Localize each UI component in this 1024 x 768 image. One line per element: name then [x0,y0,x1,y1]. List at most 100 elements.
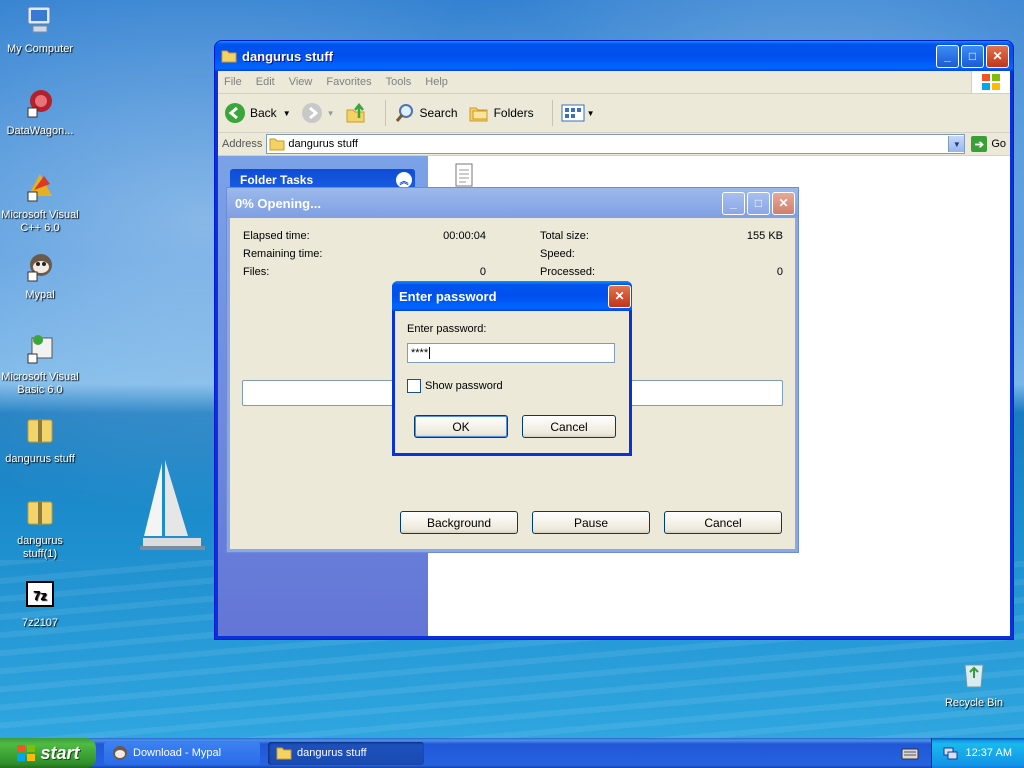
elapsed-value: 00:00:04 [443,230,486,242]
menu-bar: File Edit View Favorites Tools Help [218,71,1010,94]
close-button[interactable]: ✕ [772,191,795,215]
desktop-icon-label: Mypal [25,289,55,301]
go-arrow-icon: ➔ [971,136,988,152]
toolbar-separator [384,100,386,126]
maximize-button[interactable]: □ [961,44,984,68]
close-button[interactable]: ✕ [986,44,1009,68]
back-button[interactable]: Back ▼ [224,102,291,124]
password-title: Enter password [399,288,497,304]
address-input[interactable]: dangurus stuff ▼ [266,134,966,154]
start-button[interactable]: start [0,738,96,768]
start-label: start [40,742,80,763]
up-folder-button[interactable] [345,102,367,124]
desktop: My Computer DataWagon... Microsoft Visua… [0,0,1024,738]
computer-icon [27,6,51,33]
background-button[interactable]: Background [400,511,518,534]
desktop-icon-dangurus-stuff-1[interactable]: dangurus stuff(1) [0,496,80,561]
taskbar-button-label: dangurus stuff [297,747,367,759]
taskbar-button-mypal[interactable]: Download - Mypal [104,741,260,765]
desktop-icon-label: 7z2107 [21,617,59,629]
desktop-icon-visual-basic[interactable]: Microsoft Visual Basic 6.0 [0,332,80,397]
minimize-button[interactable]: _ [722,191,745,215]
show-password-label: Show password [425,380,503,392]
desktop-icon-mypal[interactable]: Mypal [0,250,80,302]
keyboard-icon[interactable] [901,746,919,760]
collapse-chevron-icon[interactable]: ︽ [396,172,412,188]
desktop-icon-visual-cpp[interactable]: Microsoft Visual C++ 6.0 [0,170,80,235]
password-titlebar[interactable]: Enter password ✕ [392,281,632,311]
password-label: Enter password: [407,323,487,335]
progress-cancel-button[interactable]: Cancel [664,511,782,534]
show-password-checkbox[interactable]: Show password [407,379,503,393]
views-icon [561,104,585,122]
system-tray: 12:37 AM [931,738,1024,768]
go-label: Go [991,138,1006,150]
taskbar: start Download - Mypal dangurus stuff 12… [0,738,1024,768]
explorer-title: dangurus stuff [242,48,333,64]
password-cancel-button[interactable]: Cancel [522,415,616,438]
forward-button[interactable]: ▼ [301,102,335,124]
recycle-bin-icon [964,664,984,688]
folders-label: Folders [493,106,534,120]
address-dropdown-icon[interactable]: ▼ [948,136,965,152]
checkbox-box[interactable] [407,379,421,393]
forward-dropdown-icon[interactable]: ▼ [327,109,335,118]
password-close-button[interactable]: ✕ [608,284,631,308]
zip-folder-icon [27,501,53,525]
close-icon: ✕ [992,49,1003,63]
menu-file[interactable]: File [224,76,242,88]
text-file-icon[interactable] [454,162,476,190]
search-icon [395,104,413,122]
maximize-icon: □ [968,49,977,63]
desktop-icon-label: Microsoft Visual C++ 6.0 [1,209,79,234]
ok-button[interactable]: OK [414,415,508,438]
sailboat-wallpaper-image [140,460,205,550]
views-button[interactable]: ▼ [561,103,595,123]
search-button[interactable]: Search [394,102,458,124]
desktop-icon-my-computer[interactable]: My Computer [0,4,80,56]
menu-edit[interactable]: Edit [256,76,275,88]
progress-titlebar[interactable]: 0% Opening... _ □ ✕ [227,188,798,218]
folders-button[interactable]: Folders [468,102,534,124]
back-arrow-icon [225,103,245,123]
datawagon-icon [27,90,52,118]
desktop-icon-label: dangurus stuff(1) [17,535,63,560]
desktop-icon-label: DataWagon... [6,125,74,137]
pause-button[interactable]: Pause [532,511,650,534]
desktop-icon-label: Recycle Bin [944,697,1004,709]
toolbar-separator [551,100,553,126]
desktop-icon-7z2107[interactable]: 7z 7z2107 [0,578,80,630]
text-cursor [429,347,431,359]
go-button[interactable]: ➔ Go [971,136,1006,152]
desktop-icon-datawagon[interactable]: DataWagon... [0,86,80,138]
desktop-icon-dangurus-stuff[interactable]: dangurus stuff [0,414,80,466]
folder-icon [221,50,237,63]
address-value: dangurus stuff [288,138,358,150]
menu-favorites[interactable]: Favorites [326,76,371,88]
windows-logo-icon [971,71,1010,93]
progress-title: 0% Opening... [235,195,321,211]
folders-icon [469,107,488,122]
taskbar-button-label: Download - Mypal [133,747,222,759]
remaining-label: Remaining time: [243,248,323,260]
close-icon: ✕ [614,289,625,303]
desktop-icon-recycle-bin[interactable]: Recycle Bin [934,658,1014,710]
views-dropdown-icon[interactable]: ▼ [587,109,595,118]
clock[interactable]: 12:37 AM [966,747,1012,759]
folder-icon [276,747,292,760]
back-label: Back [250,106,277,120]
password-input[interactable]: **** [407,343,615,363]
network-icon[interactable] [942,745,958,761]
toolbar: Back ▼ ▼ Search Folders ▼ [218,94,1010,133]
files-label: Files: [243,266,270,278]
minimize-button[interactable]: _ [936,44,959,68]
menu-view[interactable]: View [289,76,313,88]
taskbar-button-dangurus-stuff[interactable]: dangurus stuff [268,741,424,765]
minimize-icon: _ [944,49,951,63]
maximize-button[interactable]: □ [747,191,770,215]
back-dropdown-icon[interactable]: ▼ [283,109,291,118]
windows-flag-icon [17,745,36,761]
menu-tools[interactable]: Tools [386,76,412,88]
menu-help[interactable]: Help [425,76,448,88]
explorer-titlebar[interactable]: dangurus stuff _ □ ✕ [215,41,1013,71]
